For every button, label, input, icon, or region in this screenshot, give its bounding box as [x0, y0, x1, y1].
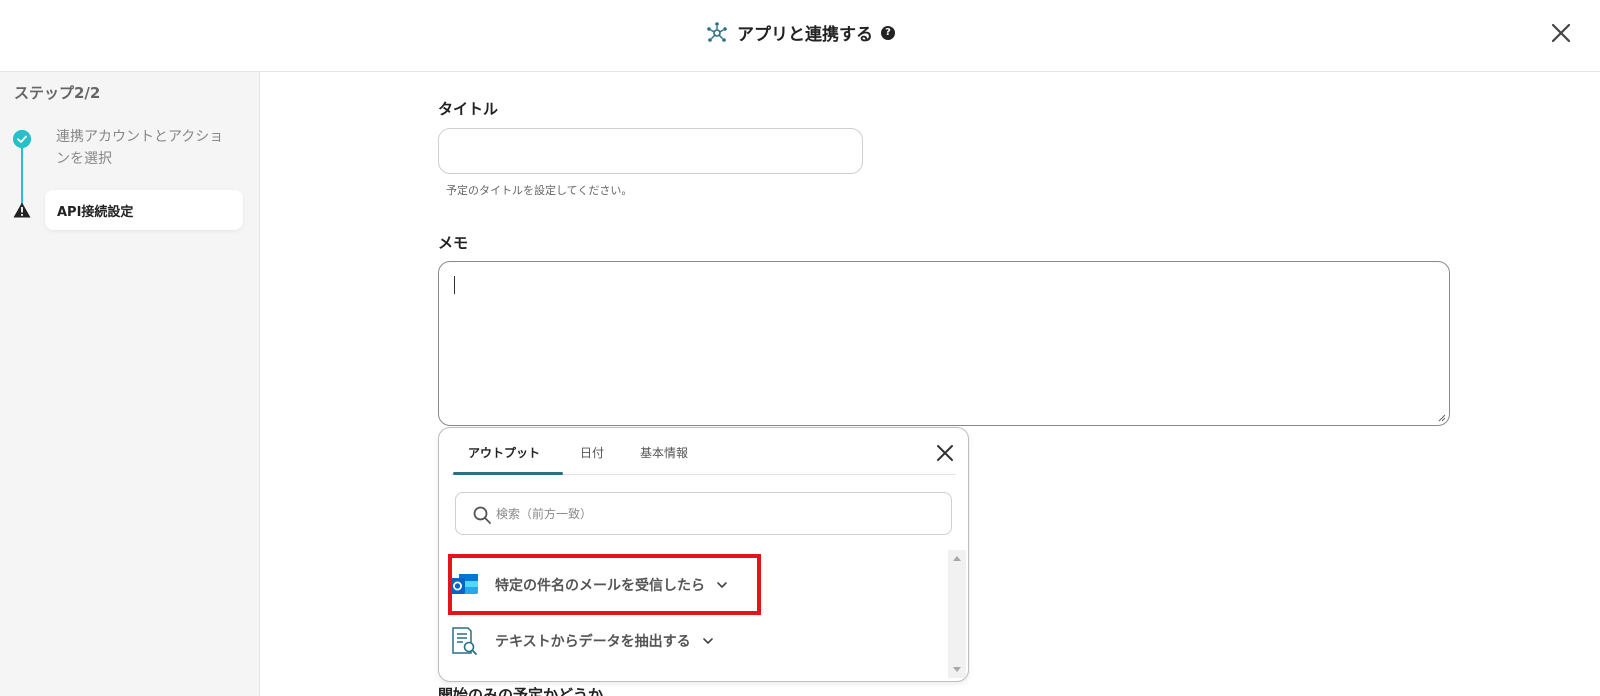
scroll-down-arrow[interactable] [953, 667, 961, 672]
step-connector-line [21, 138, 23, 208]
title-hint: 予定のタイトルを設定してください。 [446, 184, 633, 197]
page-title: アプリと連携する [737, 25, 873, 45]
modal-header: アプリと連携する ? [0, 0, 1600, 72]
output-picker-popup: アウトプット 日付 基本情報 特定の件名のメールを受信したら [438, 427, 969, 682]
app-connect-icon [707, 21, 727, 42]
check-icon [13, 130, 31, 148]
search-input[interactable] [496, 493, 936, 534]
step-counter: ステップ2/2 [14, 84, 101, 102]
title-input[interactable] [438, 128, 863, 174]
help-icon[interactable]: ? [881, 25, 895, 40]
chevron-down-icon[interactable] [701, 634, 715, 648]
warning-icon [13, 202, 31, 218]
search-icon [473, 506, 491, 524]
close-modal-icon[interactable] [1546, 18, 1576, 48]
highlight-annotation-box [448, 554, 761, 615]
list-item-extract-text[interactable]: テキストからデータを抽出する [449, 616, 929, 666]
list-item-label: テキストからデータを抽出する [495, 634, 691, 650]
resize-grip-icon[interactable] [1438, 414, 1446, 422]
title-label: タイトル [438, 100, 499, 118]
start-only-label: 開始のみの予定かどうか [438, 686, 604, 696]
popup-tabs: アウトプット 日付 基本情報 [451, 428, 956, 475]
tab-date[interactable]: 日付 [580, 444, 604, 461]
active-tab-indicator [453, 472, 563, 475]
header-title-group: アプリと連携する ? [0, 20, 1600, 45]
memo-textarea[interactable] [438, 261, 1450, 426]
memo-label: メモ [438, 234, 469, 252]
sidebar-step-select-action[interactable]: 連携アカウントとアクションを選択 [56, 126, 231, 170]
tab-output[interactable]: アウトプット [468, 444, 540, 461]
tab-basic-info[interactable]: 基本情報 [640, 444, 688, 461]
popup-scrollbar[interactable] [948, 550, 966, 678]
text-caret [454, 276, 455, 294]
sidebar: ステップ2/2 連携アカウントとアクションを選択 API接続設定 [0, 72, 260, 696]
document-search-icon [452, 627, 477, 655]
close-popup-icon[interactable] [934, 442, 956, 464]
sidebar-step-api-settings[interactable]: API接続設定 [45, 190, 243, 230]
search-box [455, 492, 952, 535]
scroll-up-arrow[interactable] [953, 556, 961, 561]
